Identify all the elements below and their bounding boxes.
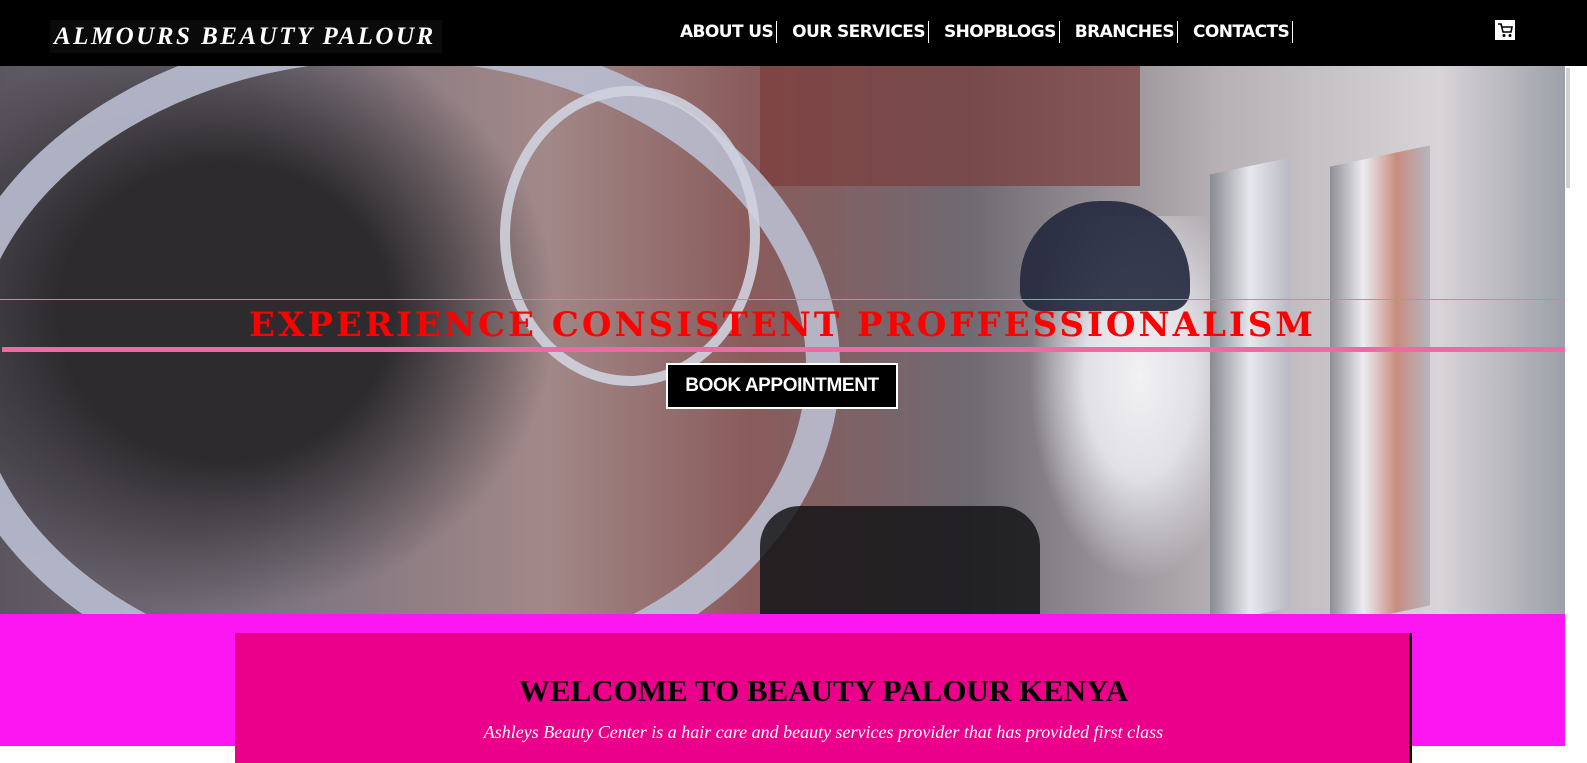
welcome-card: WELCOME TO BEAUTY PALOUR KENYA Ashleys B… bbox=[235, 633, 1412, 763]
nav-contacts[interactable]: CONTACTS bbox=[1193, 21, 1294, 43]
hero-divider-thin bbox=[0, 299, 1565, 300]
scrollbar-thumb[interactable] bbox=[1566, 68, 1570, 188]
cart-icon[interactable] bbox=[1494, 19, 1516, 41]
page-scrollbar[interactable] bbox=[1565, 66, 1587, 746]
welcome-text: Ashleys Beauty Center is a hair care and… bbox=[483, 722, 1164, 742]
book-appointment-button[interactable]: BOOK APPOINTMENT bbox=[666, 363, 898, 409]
main-nav: ABOUT US OUR SERVICES SHOPBLOGS BRANCHES… bbox=[680, 20, 1308, 44]
nav-about-us[interactable]: ABOUT US bbox=[680, 21, 778, 43]
hero-bg-shape bbox=[760, 66, 1140, 186]
hero-mirror-panel bbox=[1330, 145, 1430, 614]
hero-bg-shape bbox=[760, 506, 1040, 614]
hero-tagline: EXPERIENCE CONSISTENT PROFFESSIONALISM bbox=[249, 305, 1316, 345]
welcome-title: WELCOME TO BEAUTY PALOUR KENYA bbox=[518, 673, 1129, 708]
hero-mirror-panel bbox=[1210, 157, 1290, 614]
nav-shopblogs[interactable]: SHOPBLOGS bbox=[944, 21, 1060, 43]
hero-divider-thick bbox=[2, 347, 1565, 352]
site-logo[interactable]: ALMOURS BEAUTY PALOUR bbox=[50, 20, 442, 53]
welcome-section: WELCOME TO BEAUTY PALOUR KENYA Ashleys B… bbox=[0, 614, 1565, 763]
nav-our-services[interactable]: OUR SERVICES bbox=[792, 21, 929, 43]
nav-branches[interactable]: BRANCHES bbox=[1075, 21, 1178, 43]
top-navigation-bar: ALMOURS BEAUTY PALOUR ABOUT US OUR SERVI… bbox=[0, 0, 1587, 66]
